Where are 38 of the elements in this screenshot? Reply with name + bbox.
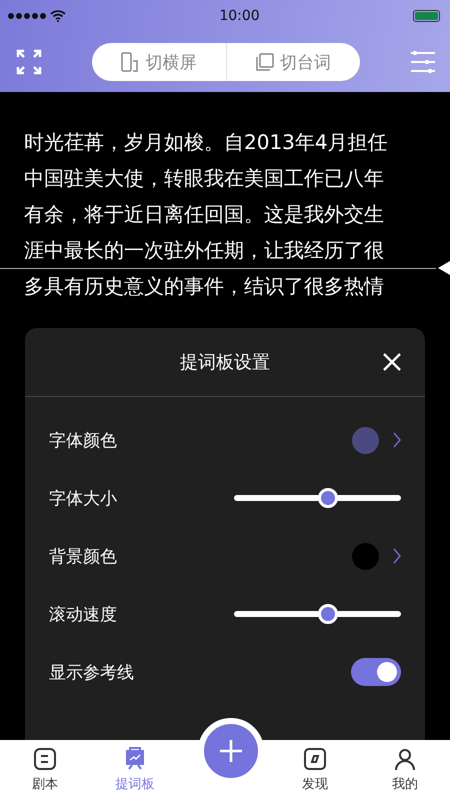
slider-thumb[interactable] bbox=[318, 604, 338, 624]
setting-label: 字体大小 bbox=[49, 488, 117, 510]
plus-icon bbox=[219, 739, 243, 763]
tab-item[interactable]: 剧本 bbox=[0, 740, 90, 800]
tab-item[interactable]: 发现 bbox=[270, 740, 360, 800]
presentation-board-icon bbox=[123, 747, 147, 771]
copy-icon bbox=[256, 53, 274, 71]
mode-button[interactable]: 切台词 bbox=[226, 43, 360, 81]
setting-label: 字体颜色 bbox=[49, 430, 117, 452]
setting-label: 显示参考线 bbox=[49, 662, 134, 684]
chevron-right-icon[interactable] bbox=[393, 432, 401, 448]
script-line: 中国驻美大使，转眼我在美国工作已八年 bbox=[24, 166, 384, 190]
mode-button[interactable]: 切横屏 bbox=[92, 43, 226, 81]
phone-rotate-icon bbox=[121, 52, 140, 72]
chevron-right-icon[interactable] bbox=[393, 548, 401, 564]
script-line: 有余，将于近日离任回国。这是我外交生 bbox=[24, 202, 384, 226]
toggle-switch[interactable] bbox=[351, 658, 401, 686]
person-icon bbox=[393, 747, 417, 771]
status-time: 10:00 bbox=[219, 8, 260, 24]
color-swatch[interactable] bbox=[352, 542, 379, 570]
script-line: 时光荏苒，岁月如梭。自2013年4月担任 bbox=[24, 130, 388, 154]
battery-icon bbox=[412, 10, 440, 22]
script-line: 多具有历史意义的事件，结识了很多热情 bbox=[24, 274, 384, 298]
close-icon[interactable] bbox=[383, 353, 401, 371]
color-swatch[interactable] bbox=[352, 426, 379, 454]
document-icon bbox=[33, 747, 57, 771]
panel-title: 提词板设置 bbox=[180, 351, 270, 374]
compass-icon bbox=[303, 747, 327, 771]
setting-label: 滚动速度 bbox=[49, 604, 117, 626]
slider-thumb[interactable] bbox=[318, 488, 338, 508]
tab-item[interactable]: 我的 bbox=[360, 740, 450, 800]
triangle-marker-icon bbox=[438, 261, 450, 275]
signal-icon bbox=[8, 10, 66, 22]
expand-icon[interactable] bbox=[16, 49, 42, 75]
setting-label: 背景颜色 bbox=[49, 546, 117, 568]
script-line: 涯中最长的一次驻外任期，让我经历了很 bbox=[24, 238, 384, 262]
settings-icon[interactable] bbox=[410, 50, 436, 74]
tab-item[interactable]: 提词板 bbox=[90, 740, 180, 800]
